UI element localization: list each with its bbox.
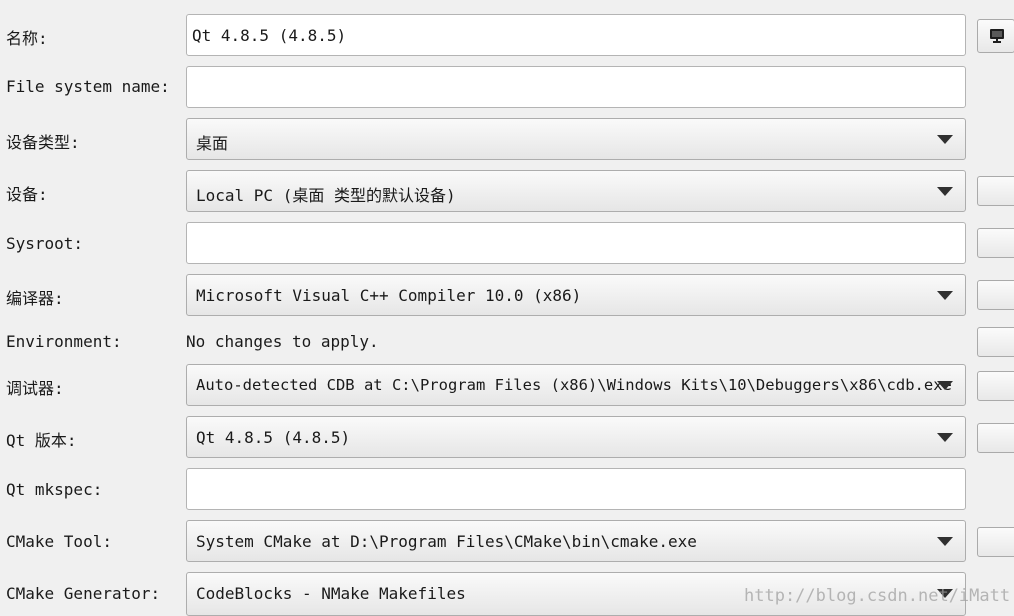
environment-value: No changes to apply. [186,332,379,351]
debugger-manage-button[interactable] [977,371,1014,401]
qt-version-combo[interactable]: Qt 4.8.5 (4.8.5) [186,416,966,458]
chevron-down-icon [937,291,953,300]
qt-mkspec-input[interactable] [186,468,966,510]
qt-version-manage-button[interactable] [977,423,1014,453]
device-icon-button[interactable] [977,19,1014,53]
monitor-icon [990,29,1004,43]
qt-version-value: Qt 4.8.5 (4.8.5) [196,428,351,447]
name-input-value: Qt 4.8.5 (4.8.5) [192,26,347,45]
cmake-generator-value: CodeBlocks - NMake Makefiles [196,584,466,603]
device-type-combo[interactable]: 桌面 [186,118,966,160]
compiler-manage-button[interactable] [977,280,1014,310]
debugger-combo[interactable]: Auto-detected CDB at C:\Program Files (x… [186,364,966,406]
cmake-tool-combo[interactable]: System CMake at D:\Program Files\CMake\b… [186,520,966,562]
watermark: http://blog.csdn.net/iMatt [744,586,1011,606]
cmake-tool-value: System CMake at D:\Program Files\CMake\b… [196,532,697,551]
chevron-down-icon [937,187,953,196]
cmake-generator-label: CMake Generator: [6,584,161,603]
device-manage-button[interactable] [977,176,1014,206]
file-system-name-label: File system name: [6,77,170,96]
qt-mkspec-label: Qt mkspec: [6,480,103,499]
device-type-label: 设备类型: [6,133,80,152]
device-combo[interactable]: Local PC (桌面 类型的默认设备) [186,170,966,212]
compiler-value: Microsoft Visual C++ Compiler 10.0 (x86) [196,286,582,305]
device-type-value: 桌面 [196,134,229,153]
chevron-down-icon [937,433,953,442]
compiler-label: 编译器: [6,289,64,308]
sysroot-label: Sysroot: [6,234,84,253]
environment-change-button[interactable] [977,327,1014,357]
qt-version-label: Qt 版本: [6,431,77,450]
debugger-label: 调试器: [6,379,64,398]
name-label: 名称: [6,29,48,48]
debugger-value: Auto-detected CDB at C:\Program Files (x… [196,376,952,394]
device-value: Local PC (桌面 类型的默认设备) [196,186,456,205]
chevron-down-icon [937,537,953,546]
chevron-down-icon [937,381,953,390]
device-label: 设备: [6,185,48,204]
environment-label: Environment: [6,332,122,351]
sysroot-input[interactable] [186,222,966,264]
name-input[interactable]: Qt 4.8.5 (4.8.5) [186,14,966,56]
chevron-down-icon [937,135,953,144]
sysroot-browse-button[interactable] [977,228,1014,258]
file-system-name-input[interactable] [186,66,966,108]
cmake-tool-label: CMake Tool: [6,532,112,551]
cmake-tool-manage-button[interactable] [977,527,1014,557]
compiler-combo[interactable]: Microsoft Visual C++ Compiler 10.0 (x86) [186,274,966,316]
